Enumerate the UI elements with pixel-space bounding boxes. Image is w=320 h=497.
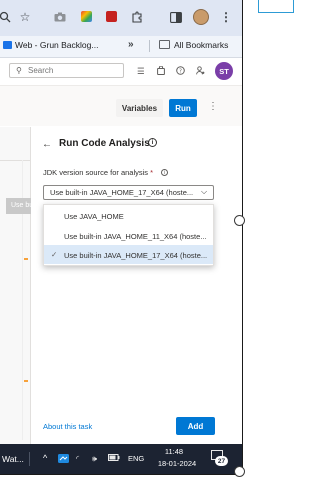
bookmarks-divider xyxy=(149,40,150,52)
jdk-source-select[interactable]: Use built-in JAVA_HOME_17_X64 (hoste... … xyxy=(43,185,214,200)
editor-divider xyxy=(0,160,30,161)
add-button[interactable]: Add xyxy=(176,417,215,435)
selection-frame xyxy=(258,0,294,13)
chevron-up-icon[interactable]: ^ xyxy=(43,453,47,463)
search-icon[interactable] xyxy=(0,9,13,25)
bookmark-web-label: Web - Grun Backlog... xyxy=(15,40,99,50)
required-marker: * xyxy=(150,168,154,177)
language-indicator[interactable]: ENG xyxy=(128,454,144,463)
svg-text:?: ? xyxy=(179,69,182,75)
ado-header: ⚲ ☰ ? ST xyxy=(0,58,242,86)
about-task-link[interactable]: About this task xyxy=(43,422,92,431)
dropdown-option-java-11[interactable]: Use built-in JAVA_HOME_11_X64 (hoste... xyxy=(44,226,213,245)
wifi-icon[interactable]: ◜ xyxy=(76,454,79,463)
notification-center[interactable]: 27 xyxy=(211,450,229,467)
bookmark-web-item[interactable]: Web - Grun Backlog... xyxy=(3,40,98,50)
battery-icon[interactable] xyxy=(108,454,120,463)
search-icon: ⚲ xyxy=(16,66,22,75)
shopping-bag-icon[interactable] xyxy=(157,65,165,77)
user-settings-icon[interactable] xyxy=(196,66,205,77)
dropdown-option-java-17[interactable]: ✓ Use built-in JAVA_HOME_17_X64 (hoste..… xyxy=(44,245,213,264)
more-options-icon[interactable]: ⋮ xyxy=(208,101,218,112)
user-avatar[interactable]: ST xyxy=(215,62,233,80)
chrome-menu-icon[interactable]: ⋮ xyxy=(218,9,234,25)
taskbar-divider xyxy=(29,452,30,466)
option-label: Use built-in JAVA_HOME_11_X64 (hoste... xyxy=(64,232,207,241)
resize-handle-corner[interactable] xyxy=(234,466,245,477)
search-box[interactable]: ⚲ xyxy=(9,63,124,78)
bookmark-star-icon[interactable]: ☆ xyxy=(17,9,33,25)
frame-bottom-edge xyxy=(0,474,243,475)
option-label: Use JAVA_HOME xyxy=(64,212,124,221)
clock-date[interactable]: 18-01-2024 xyxy=(152,459,202,468)
panel-title: Run Code Analysis xyxy=(59,138,150,149)
browser-toolbar: ☆ ⋮ xyxy=(0,0,242,36)
color-extension-icon[interactable] xyxy=(81,11,92,22)
run-button[interactable]: Run xyxy=(169,99,197,117)
resize-handle-right[interactable] xyxy=(234,215,245,226)
bookmarks-bar: Web - Grun Backlog... » All Bookmarks xyxy=(0,36,242,58)
yaml-editor[interactable] xyxy=(0,127,31,444)
pipeline-action-bar: Variables Run ⋮ xyxy=(0,86,242,126)
taskbar-app-label[interactable]: Wat... xyxy=(2,454,24,464)
help-icon[interactable]: ? xyxy=(176,66,185,77)
checkmark-icon: ✓ xyxy=(51,250,58,259)
volume-icon[interactable]: 🕪 xyxy=(92,454,97,464)
jdk-source-label: JDK version source for analysis * xyxy=(43,168,153,177)
all-bookmarks-label: All Bookmarks xyxy=(174,40,229,50)
chevron-down-icon: ⌵ xyxy=(201,187,208,196)
windows-taskbar: Wat... ^ ◜ 🕪 ENG 11:48 18-01-2024 27 xyxy=(0,444,242,474)
extensions-puzzle-icon[interactable] xyxy=(129,9,145,25)
folder-icon xyxy=(159,40,170,49)
dropdown-option-java-home[interactable]: Use JAVA_HOME xyxy=(44,206,213,225)
chrome-profile-avatar[interactable] xyxy=(193,9,209,25)
jdk-options-dropdown: Use JAVA_HOME Use built-in JAVA_HOME_11_… xyxy=(43,204,214,266)
side-panel-icon[interactable] xyxy=(168,9,184,25)
variables-button[interactable]: Variables xyxy=(116,99,163,117)
red-extension-icon[interactable] xyxy=(106,11,117,22)
field-info-icon[interactable]: i xyxy=(161,169,168,176)
clock-time[interactable]: 11:48 xyxy=(152,447,196,456)
option-label: Use built-in JAVA_HOME_17_X64 (hoste... xyxy=(64,251,208,260)
frame-right-edge xyxy=(242,0,243,470)
all-bookmarks-button[interactable]: All Bookmarks xyxy=(159,40,228,50)
search-input[interactable] xyxy=(28,65,118,76)
list-icon[interactable]: ☰ xyxy=(137,66,145,77)
jdk-source-label-text: JDK version source for analysis xyxy=(43,168,149,177)
app-tray-icon[interactable] xyxy=(58,454,69,465)
azure-devops-icon xyxy=(3,41,12,49)
more-bookmarks-button[interactable]: » xyxy=(128,39,134,50)
info-icon[interactable]: i xyxy=(148,138,157,147)
back-arrow-icon[interactable]: ← xyxy=(42,139,52,150)
task-panel: ← Run Code Analysis i JDK version source… xyxy=(31,127,242,444)
camera-extension-icon[interactable] xyxy=(52,9,68,25)
select-value: Use built-in JAVA_HOME_17_X64 (hoste... xyxy=(50,188,194,197)
editor-marker xyxy=(24,258,28,260)
notification-badge: 27 xyxy=(215,456,228,466)
editor-marker xyxy=(24,380,28,382)
